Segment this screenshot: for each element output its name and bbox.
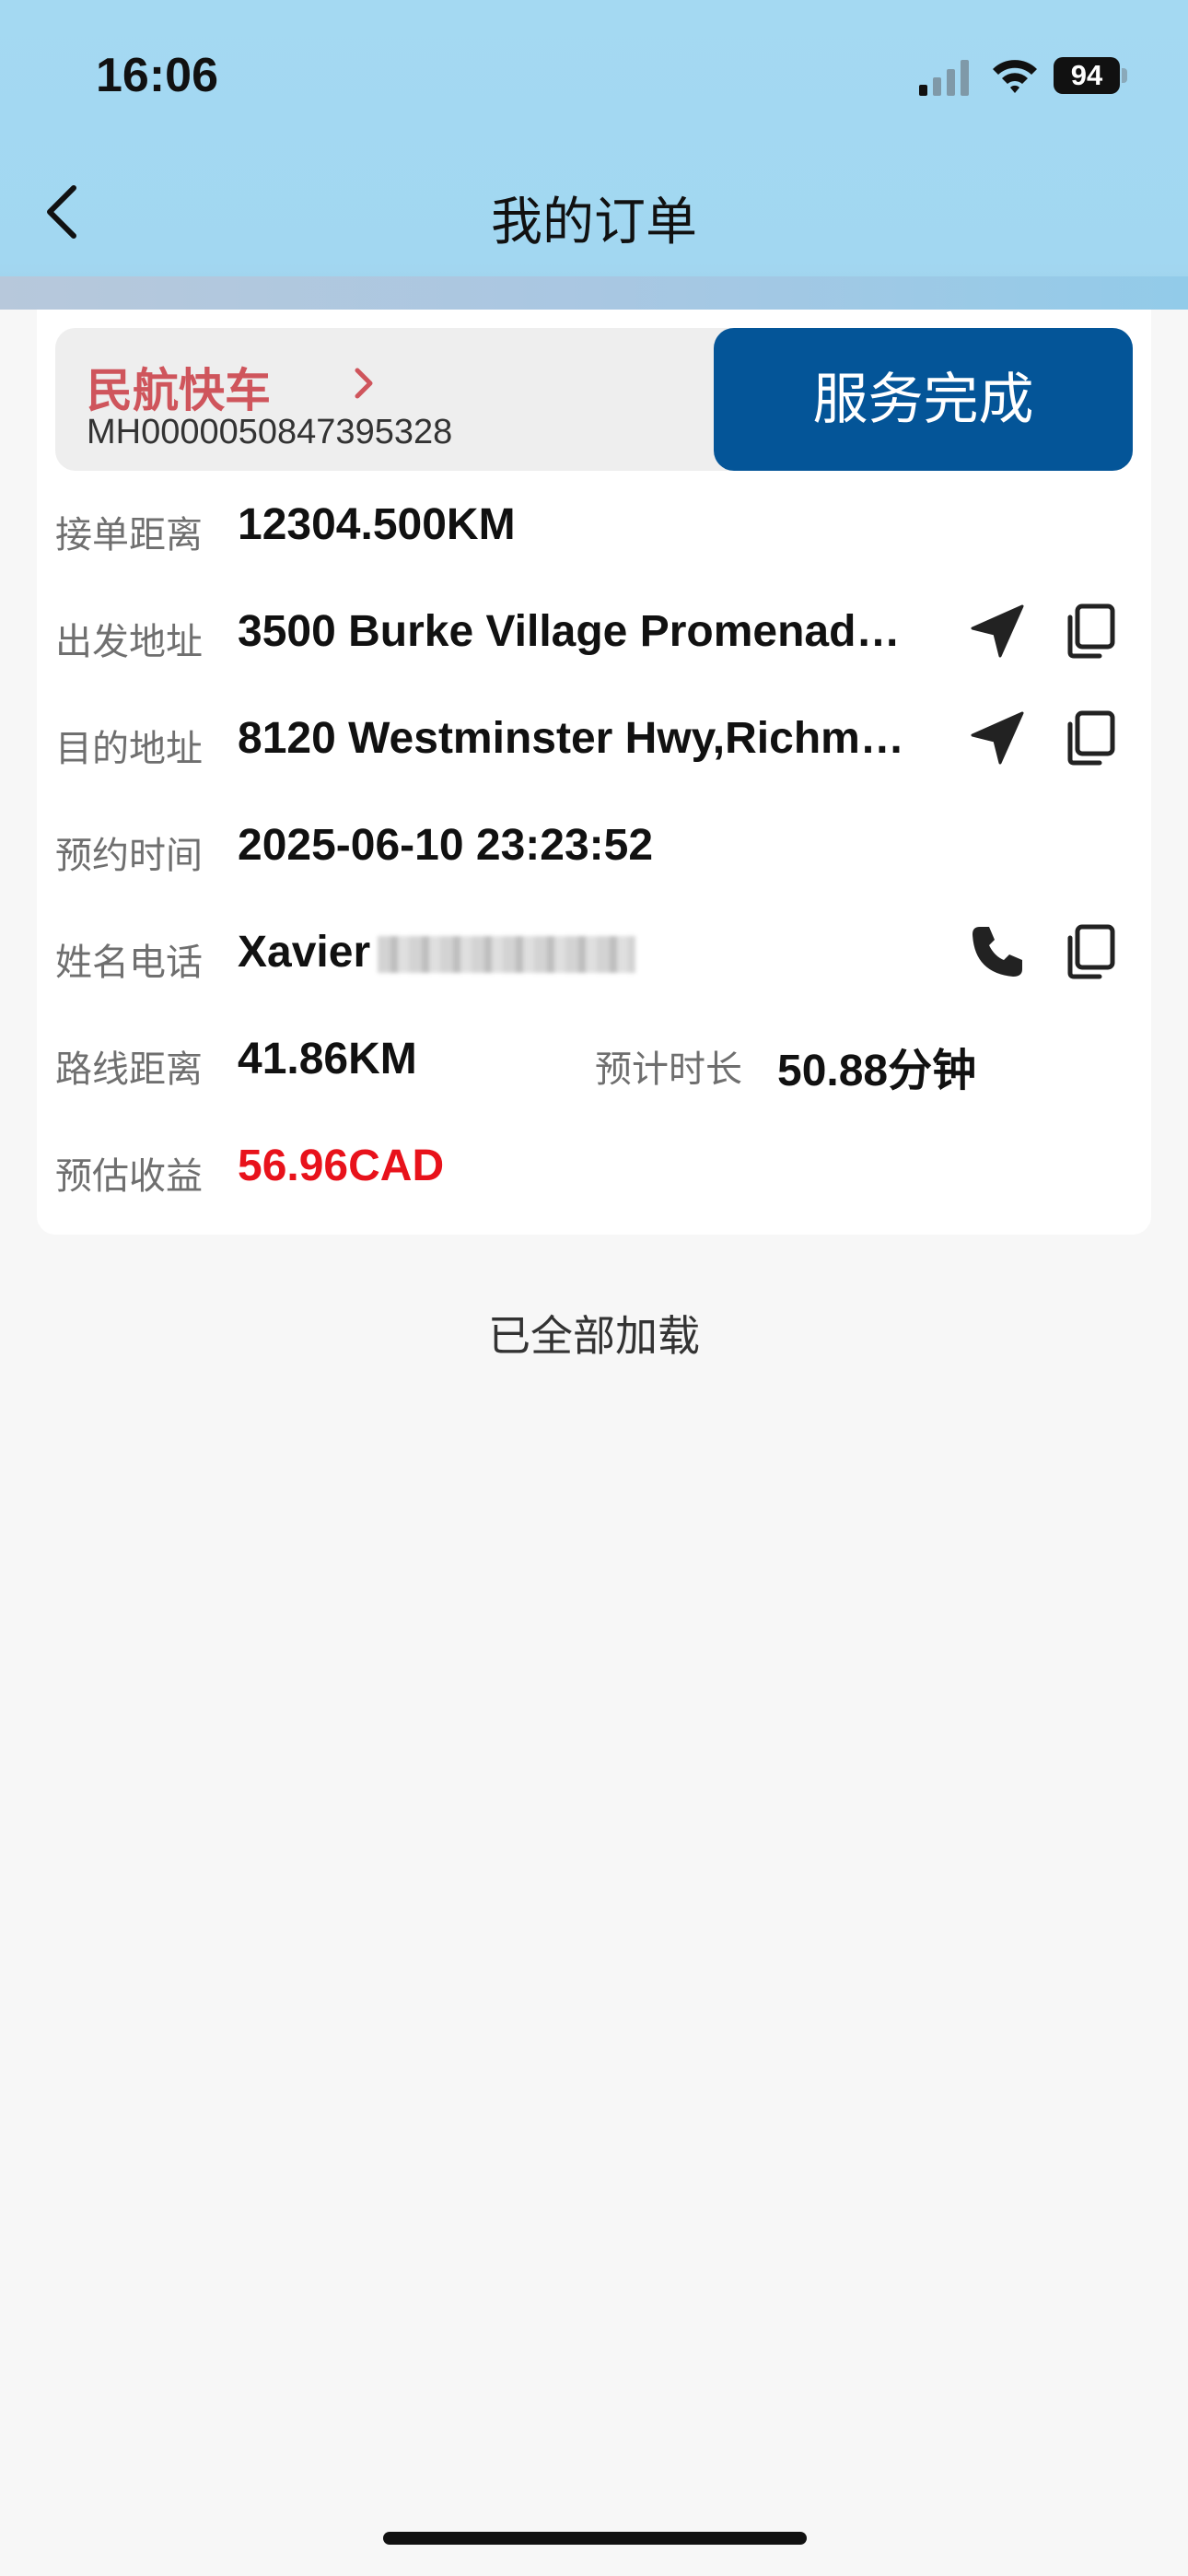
origin-label: 出发地址 (55, 622, 203, 662)
header-divider (0, 276, 1188, 310)
copy-icon (1067, 924, 1115, 979)
contact-label: 姓名电话 (55, 943, 203, 983)
header-bar: 16:06 94 我的订单 (0, 0, 1188, 310)
appointment-time-label: 预约时间 (55, 836, 203, 876)
copy-icon (1067, 710, 1115, 766)
masked-phone-number (378, 936, 636, 974)
pickup-distance-label: 接单距离 (55, 515, 203, 556)
contact-name: Xavier (238, 928, 371, 977)
route-distance-value: 41.86KM (238, 1035, 417, 1083)
page-title: 我的订单 (491, 193, 697, 251)
estimated-duration-label: 预计时长 (595, 1049, 742, 1090)
service-complete-button[interactable]: 服务完成 (714, 328, 1133, 471)
navigate-destination-button[interactable] (967, 708, 1028, 768)
home-indicator[interactable] (383, 2532, 807, 2545)
copy-origin-button[interactable] (1059, 601, 1120, 662)
row-appointment-time: 预约时间 2025-06-10 23:23:52 (55, 814, 1133, 879)
navigate-origin-button[interactable] (967, 601, 1028, 662)
status-time: 16:06 (96, 49, 218, 102)
navigation-arrow-icon (971, 604, 1024, 658)
row-pickup-distance: 接单距离 12304.500KM (55, 494, 1133, 558)
row-earnings: 预估收益 56.96CAD (55, 1135, 1133, 1200)
row-origin: 出发地址 3500 Burke Village Promenad… (55, 601, 1133, 665)
call-button[interactable] (967, 921, 1028, 982)
chevron-right-icon (355, 368, 373, 399)
row-route: 路线距离 41.86KM 预计时长 50.88分钟 (55, 1028, 1133, 1095)
destination-value: 8120 Westminster Hwy,Richm… (238, 714, 904, 763)
service-name: 民航快车 (87, 365, 271, 416)
all-loaded-text: 已全部加载 (488, 1312, 700, 1360)
contact-value: Xavier (238, 927, 636, 978)
row-contact: 姓名电话 Xavier (55, 921, 1133, 986)
phone-icon (973, 927, 1022, 977)
order-card[interactable]: 民航快车 MH0000050847395328 服务完成 接单距离 12304.… (37, 310, 1151, 1235)
estimated-earnings-label: 预估收益 (55, 1156, 203, 1197)
route-distance-label: 路线距离 (55, 1049, 203, 1090)
copy-phone-button[interactable] (1059, 921, 1120, 982)
row-destination: 目的地址 8120 Westminster Hwy,Richm… (55, 708, 1133, 772)
appointment-time-value: 2025-06-10 23:23:52 (238, 821, 654, 870)
status-icons: 94 (917, 53, 1138, 100)
pickup-distance-value: 12304.500KM (238, 500, 516, 549)
origin-value: 3500 Burke Village Promenad… (238, 607, 901, 656)
battery-indicator: 94 (1054, 57, 1120, 94)
copy-icon (1067, 603, 1115, 659)
signal-icon (919, 60, 969, 96)
navigation-arrow-icon (971, 711, 1024, 765)
battery-tip (1122, 68, 1127, 83)
copy-destination-button[interactable] (1059, 708, 1120, 768)
estimated-duration-value: 50.88分钟 (777, 1047, 977, 1095)
destination-label: 目的地址 (55, 729, 203, 769)
estimated-earnings-value: 56.96CAD (238, 1142, 445, 1190)
wifi-icon (993, 60, 1037, 93)
order-number: MH0000050847395328 (87, 413, 453, 451)
